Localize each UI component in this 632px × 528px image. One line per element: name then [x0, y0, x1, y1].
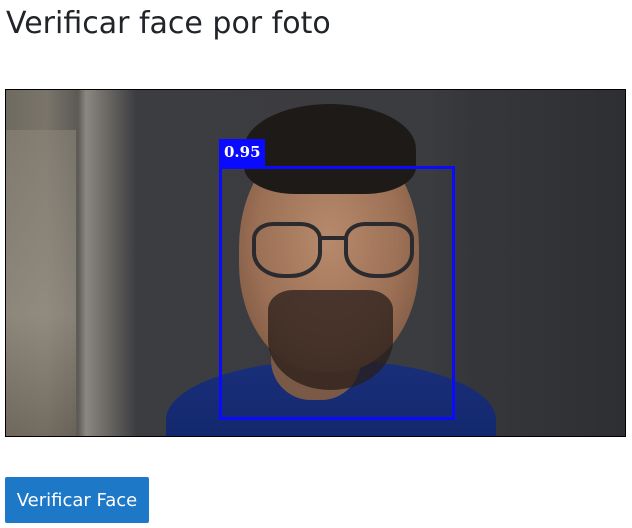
photo-shade	[485, 90, 625, 436]
verify-face-button[interactable]: Verificar Face	[5, 477, 149, 523]
verify-face-page: Verificar face por foto 0.95 Verificar F…	[0, 0, 632, 528]
page-title: Verificar face por foto	[6, 6, 331, 41]
face-detection-box	[219, 166, 455, 420]
detection-score-badge: 0.95	[219, 139, 265, 166]
face-photo: 0.95	[5, 89, 626, 437]
photo-door	[6, 130, 76, 436]
